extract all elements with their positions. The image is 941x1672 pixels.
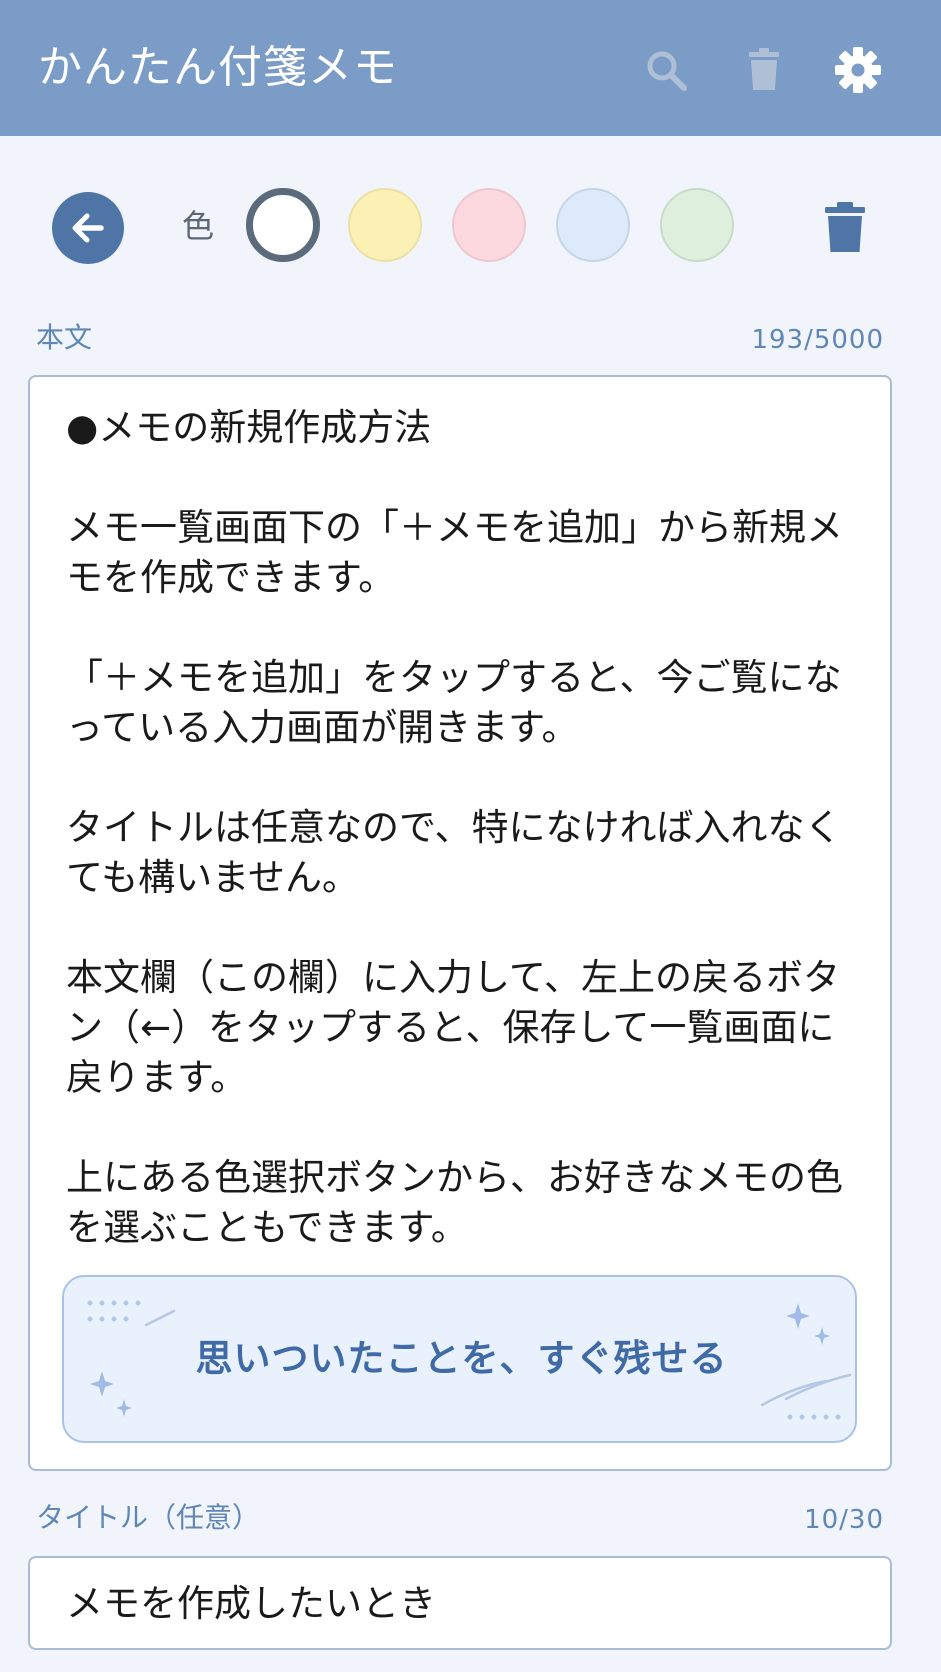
app-title: かんたん付箋メモ [38, 42, 398, 93]
color-swatch-white[interactable] [246, 188, 320, 262]
color-swatch-blue[interactable] [556, 188, 630, 262]
body-label: 本文 [36, 321, 93, 354]
back-button[interactable] [52, 192, 124, 264]
arrow-left-icon [72, 213, 104, 243]
tagline-banner: 思いついたことを、すぐ残せる [62, 1275, 857, 1443]
color-label: 色 [182, 207, 215, 245]
sparkle-dots-decoration [87, 1300, 176, 1327]
color-swatch-pink[interactable] [452, 188, 526, 262]
color-swatch-green[interactable] [660, 188, 734, 262]
body-textarea[interactable]: ●メモの新規作成方法 メモ一覧画面下の「＋メモを追加」から新規メモを作成できます… [28, 375, 892, 1471]
settings-icon[interactable] [834, 46, 882, 94]
search-icon[interactable] [642, 46, 690, 94]
trash-button[interactable] [822, 200, 868, 254]
body-text[interactable]: ●メモの新規作成方法 メモ一覧画面下の「＋メモを追加」から新規メモを作成できます… [66, 403, 856, 1253]
editor-toolbar: 色 [0, 136, 941, 316]
trash-icon [825, 202, 865, 252]
title-input[interactable] [66, 1576, 856, 1632]
title-label: タイトル（任意） [36, 1501, 261, 1534]
tagline-text: 思いついたことを、すぐ残せる [195, 1337, 728, 1380]
title-char-counter: 10/30 [804, 1505, 884, 1535]
color-swatch-yellow[interactable] [348, 188, 422, 262]
app-bar: かんたん付箋メモ [0, 0, 941, 136]
body-char-counter: 193/5000 [751, 325, 884, 355]
delete-icon[interactable] [740, 46, 788, 94]
title-field[interactable] [28, 1556, 892, 1650]
